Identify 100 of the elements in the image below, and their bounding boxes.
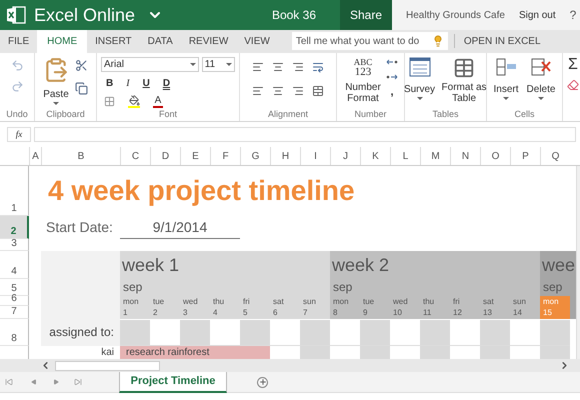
sheet-title: 4 week project timeline [47, 174, 356, 208]
vertical-align-icon[interactable] [252, 61, 264, 73]
help-link[interactable]: ? [570, 6, 576, 24]
align-left-icon[interactable] [252, 85, 264, 97]
font-style-button[interactable]: B [106, 76, 114, 91]
day-name: sun [303, 296, 317, 307]
increase-decimal-icon[interactable] [386, 57, 398, 67]
font-style-button[interactable]: U [142, 76, 150, 91]
autosum-button[interactable]: Σ [568, 57, 578, 73]
column-header[interactable]: O [480, 147, 510, 165]
scrollbar-thumb[interactable] [55, 360, 160, 370]
align-center-icon[interactable] [272, 85, 284, 97]
vertical-align-icon[interactable] [272, 61, 284, 73]
previous-sheet-icon[interactable] [31, 379, 37, 385]
row-header[interactable]: 3 [0, 239, 29, 251]
day-date: 6 [273, 307, 278, 318]
sheet-tab[interactable]: Project Timeline [119, 372, 227, 392]
row-header[interactable]: 8 [0, 319, 29, 346]
shaded-cell [480, 319, 510, 346]
vertical-align-icon[interactable] [292, 61, 304, 73]
ribbon-tab[interactable]: HOME [37, 30, 88, 53]
add-sheet-button[interactable] [257, 376, 268, 388]
column-header[interactable]: I [300, 147, 330, 165]
shaded-cell [360, 346, 390, 359]
number-format-button[interactable]: ABC 123 Number Format [343, 57, 383, 104]
column-header[interactable]: C [120, 147, 150, 165]
column-header[interactable]: L [390, 147, 420, 165]
column-header[interactable]: Q [540, 147, 570, 165]
font-style-button[interactable]: D [162, 76, 170, 91]
week-label: week 1 [121, 254, 180, 277]
decrease-decimal-icon[interactable] [386, 72, 398, 82]
insert-cells-button[interactable]: Insert [494, 57, 519, 100]
ribbon-tab[interactable]: DATA [140, 30, 181, 53]
day-date: 9 [363, 307, 368, 318]
column-header[interactable]: K [360, 147, 390, 165]
borders-icon[interactable] [104, 96, 115, 107]
sign-out-link[interactable]: Sign out [518, 8, 556, 22]
day-name: tue [153, 296, 166, 307]
shaded-cell [420, 346, 450, 359]
shaded-cell [420, 319, 450, 346]
next-sheet-icon[interactable] [53, 379, 59, 385]
day-date: 8 [333, 307, 338, 318]
open-in-excel-button[interactable]: OPEN IN EXCEL [454, 30, 550, 53]
ribbon-tab[interactable]: REVIEW [180, 30, 236, 53]
font-name-field[interactable]: Arial [101, 57, 199, 72]
column-header[interactable]: D [150, 147, 180, 165]
column-header[interactable]: G [240, 147, 270, 165]
group-label: Alignment [266, 108, 310, 121]
column-header[interactable]: N [450, 147, 480, 165]
column-header[interactable]: J [330, 147, 360, 165]
function-button[interactable]: fx [7, 127, 31, 142]
ribbon-tab[interactable]: INSERT [87, 30, 140, 53]
document-name[interactable]: Book 36 [272, 6, 316, 24]
ribbon-tab[interactable]: VIEW [236, 30, 278, 53]
comma-style-button[interactable]: , [390, 87, 394, 97]
shaded-cell [540, 346, 570, 359]
column-header[interactable]: B [41, 147, 120, 165]
app-name: Excel Online [34, 4, 136, 26]
paste-button[interactable]: Paste [43, 57, 69, 105]
share-button[interactable]: Share [340, 0, 392, 30]
group-label: Undo [5, 108, 29, 121]
formula-field[interactable] [34, 127, 576, 142]
row-header[interactable]: 4 [0, 251, 29, 279]
fill-color-icon[interactable] [128, 95, 140, 108]
day-name: sat [273, 296, 285, 307]
column-header[interactable]: H [270, 147, 300, 165]
column-header[interactable]: F [210, 147, 240, 165]
font-style-button[interactable]: I [126, 76, 130, 91]
row-header[interactable]: 2 [0, 216, 29, 239]
column-header[interactable]: M [420, 147, 450, 165]
week-label: week 2 [331, 254, 390, 277]
account-name[interactable]: Healthy Grounds Cafe [406, 8, 505, 22]
group-label: Cells [513, 108, 536, 121]
vertical-scrollbar[interactable] [576, 166, 580, 359]
month-label: sep [332, 279, 352, 296]
eraser-icon[interactable] [567, 79, 579, 91]
format-as-table-button[interactable]: Format as Table [441, 57, 488, 104]
column-header[interactable]: A [29, 147, 41, 165]
day-name: wed [393, 296, 409, 307]
ribbon-tab[interactable]: FILE [0, 30, 38, 53]
week-label: wee [541, 254, 576, 277]
column-header[interactable]: P [510, 147, 540, 165]
day-date: 2 [153, 307, 158, 318]
align-right-icon[interactable] [292, 85, 304, 97]
survey-button[interactable]: Survey [404, 57, 436, 104]
font-size-field[interactable]: 11 [202, 57, 235, 72]
day-name: mon [333, 296, 350, 307]
font-color-button[interactable]: A [153, 96, 163, 108]
delete-cells-button[interactable]: Delete [526, 57, 556, 100]
row-header[interactable]: 7 [0, 306, 29, 319]
day-name: tue [363, 296, 376, 307]
merge-cells-icon[interactable] [312, 85, 324, 97]
copy-icon[interactable] [75, 82, 88, 95]
day-name: fri [453, 296, 461, 307]
column-header[interactable]: E [180, 147, 210, 165]
wrap-text-icon[interactable] [312, 61, 324, 73]
scissors-icon[interactable] [75, 59, 88, 72]
tell-me-field[interactable]: Tell me what you want to do [292, 32, 448, 50]
day-date: 4 [213, 307, 218, 318]
row-header[interactable]: 6 [0, 296, 29, 306]
